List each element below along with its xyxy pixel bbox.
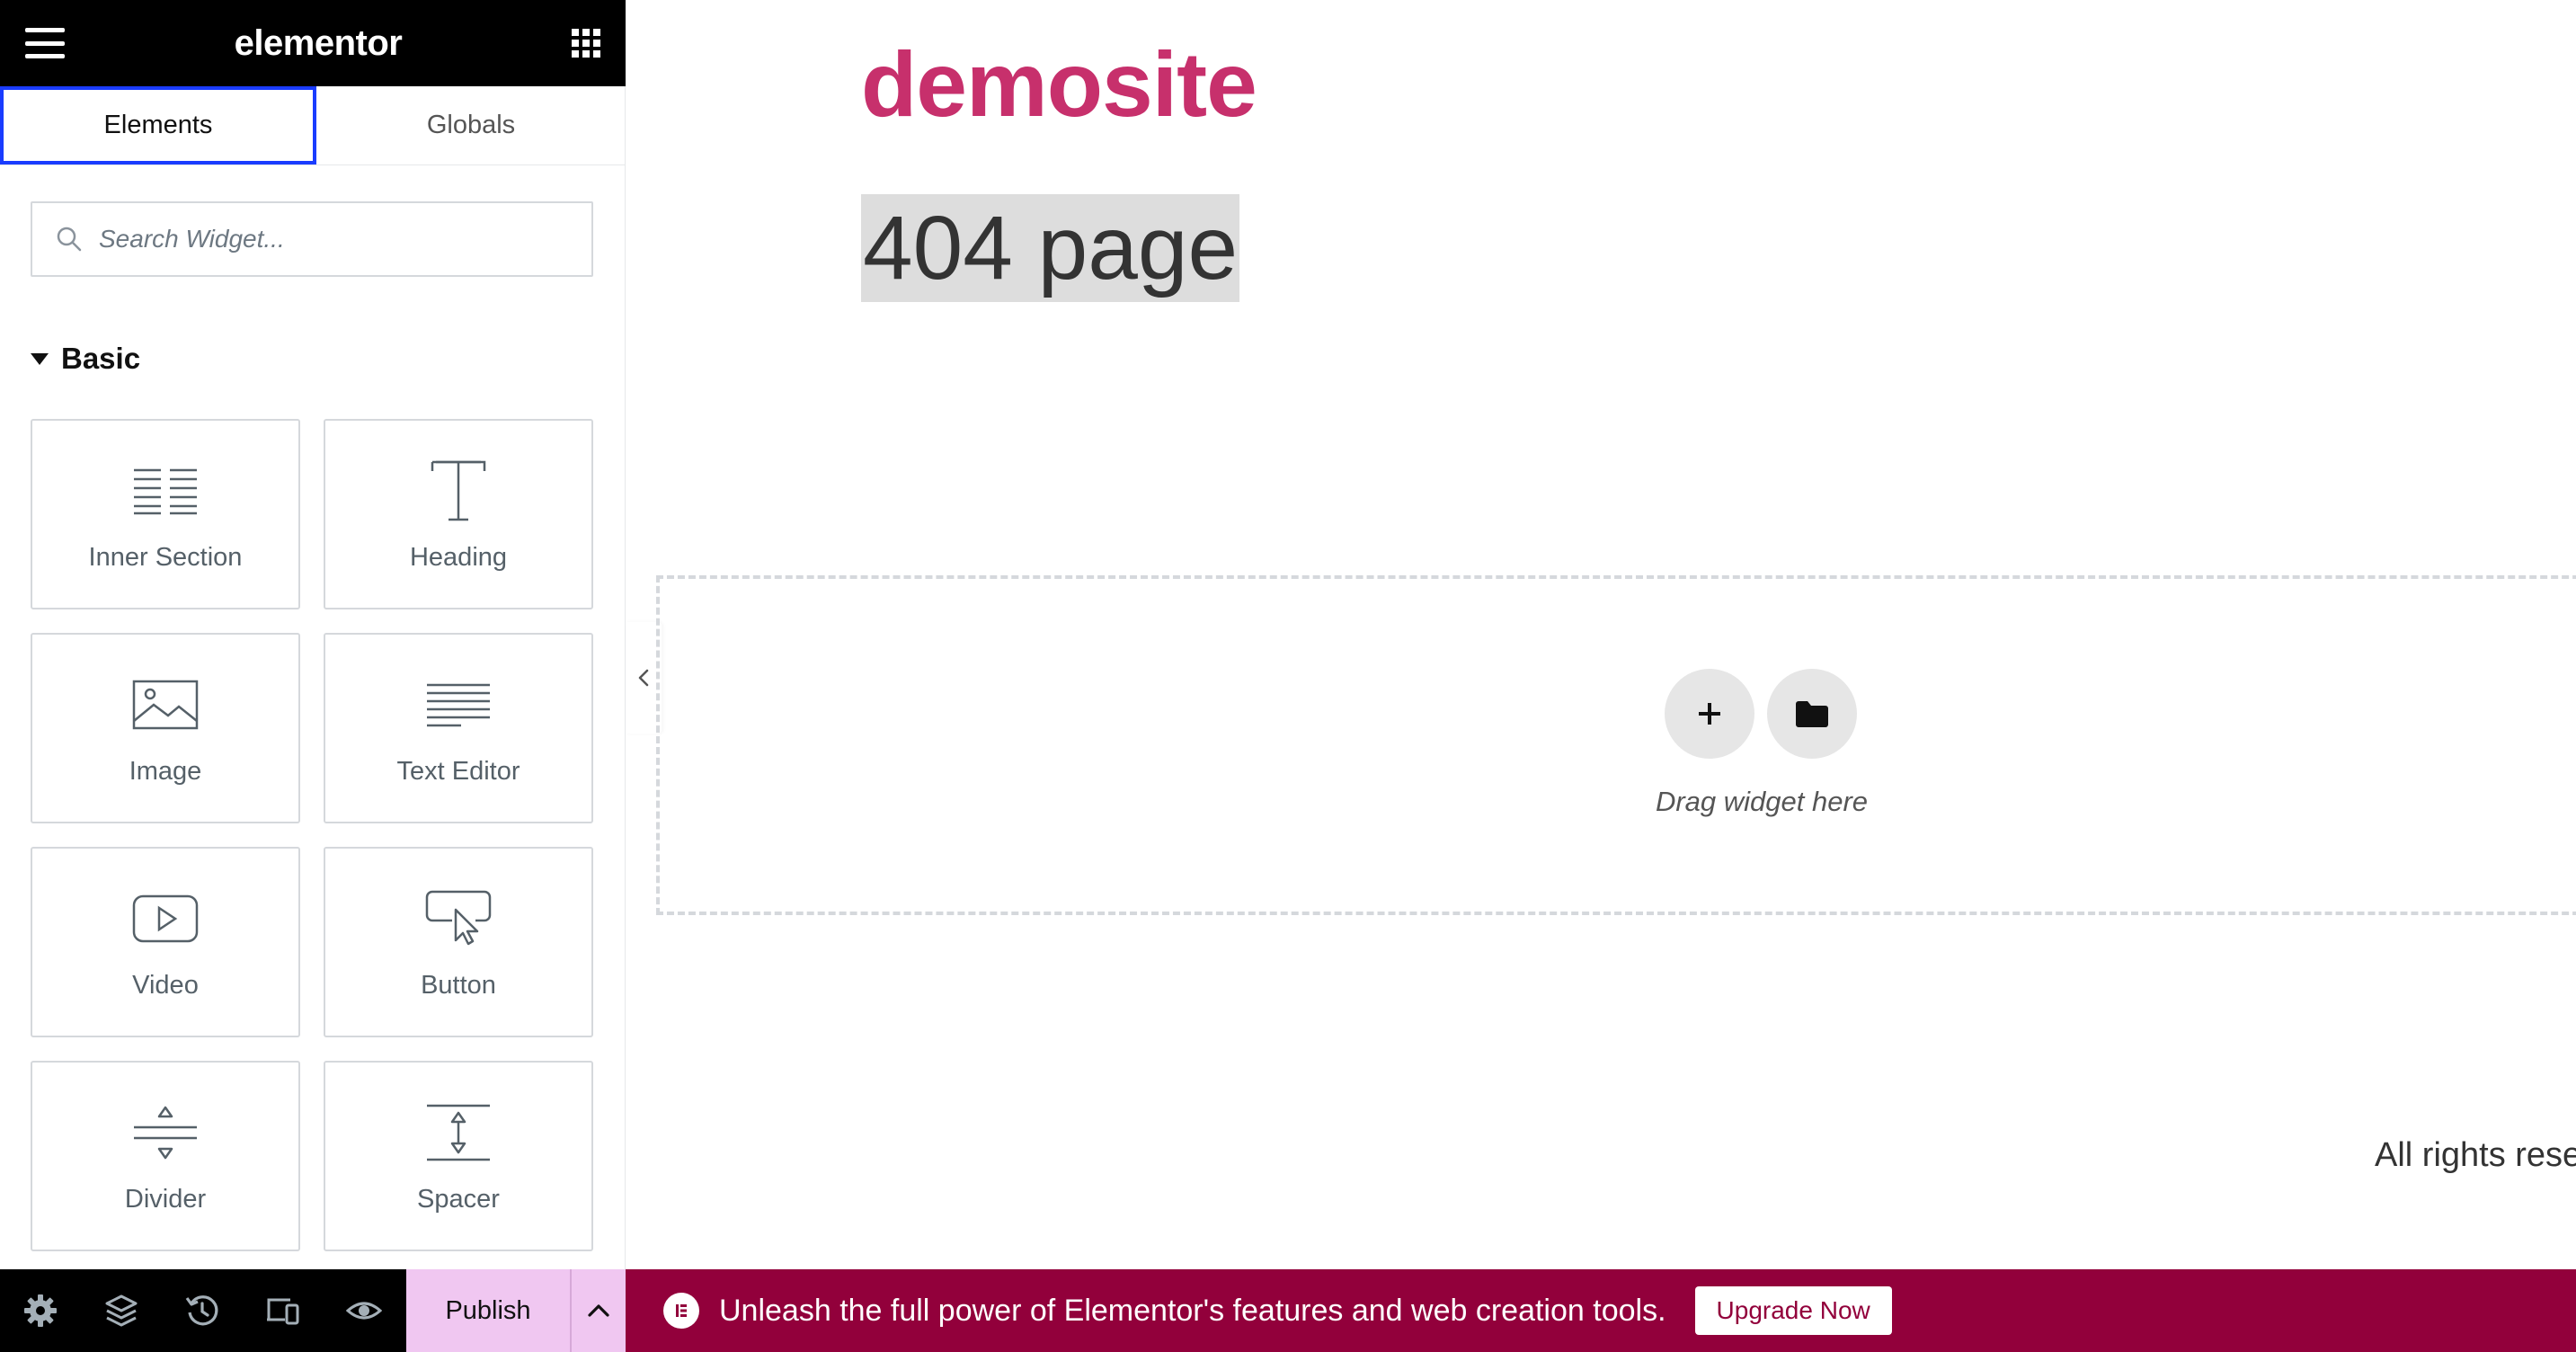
responsive-mode-button[interactable] xyxy=(243,1269,324,1352)
divider-icon xyxy=(134,1106,197,1160)
footer-copyright: All rights rese xyxy=(2375,1136,2576,1174)
folder-icon xyxy=(1796,701,1828,727)
add-template-button[interactable] xyxy=(1767,669,1857,759)
tab-elements[interactable]: Elements xyxy=(0,86,316,165)
text-editor-icon xyxy=(427,683,490,727)
widget-spacer[interactable]: Spacer xyxy=(324,1061,593,1251)
publish-options-button[interactable] xyxy=(570,1269,626,1352)
widget-label: Video xyxy=(132,971,199,1000)
widget-label: Text Editor xyxy=(396,757,520,786)
hamburger-menu-icon[interactable] xyxy=(25,28,65,58)
history-button[interactable] xyxy=(162,1269,243,1352)
elementor-badge-icon xyxy=(663,1293,699,1329)
widget-label: Heading xyxy=(409,543,508,572)
heading-icon xyxy=(431,460,486,521)
widget-label: Image xyxy=(129,757,202,786)
preview-icon xyxy=(346,1302,382,1320)
settings-button[interactable] xyxy=(0,1269,81,1352)
drag-widget-label: Drag widget here xyxy=(1655,786,1869,817)
spacer-icon xyxy=(427,1104,490,1161)
widget-inner-section[interactable]: Inner Section xyxy=(31,419,300,609)
site-title[interactable]: demosite xyxy=(861,32,1257,138)
preview-button[interactable] xyxy=(324,1269,404,1352)
category-label: Basic xyxy=(61,342,141,375)
plus-icon xyxy=(1699,703,1720,725)
widget-divider[interactable]: Divider xyxy=(31,1061,300,1251)
caret-down-icon xyxy=(31,352,49,365)
promo-text: Unleash the full power of Elementor's fe… xyxy=(719,1293,1666,1328)
tab-globals[interactable]: Globals xyxy=(316,86,626,165)
image-icon xyxy=(132,680,199,730)
responsive-icon xyxy=(267,1298,299,1325)
widget-label: Inner Section xyxy=(88,543,243,572)
widget-heading[interactable]: Heading xyxy=(324,419,593,609)
promo-banner: Unleash the full power of Elementor's fe… xyxy=(626,1269,2576,1352)
category-basic[interactable]: Basic xyxy=(31,342,140,376)
add-section-button[interactable] xyxy=(1665,669,1754,759)
chevron-up-icon xyxy=(588,1304,609,1317)
navigator-button[interactable] xyxy=(81,1269,162,1352)
widget-video[interactable]: Video xyxy=(31,847,300,1037)
widget-label: Button xyxy=(421,971,496,1000)
upgrade-now-button[interactable]: Upgrade Now xyxy=(1694,1286,1892,1335)
widgets-grid-icon[interactable] xyxy=(571,29,600,58)
history-icon xyxy=(185,1295,218,1326)
search-box xyxy=(31,201,593,277)
publish-button[interactable]: Publish xyxy=(406,1269,570,1352)
editor-panel: elementor Elements Globals Basic xyxy=(0,0,626,1352)
panel-header: elementor xyxy=(0,0,626,86)
video-icon xyxy=(132,894,199,943)
navigator-icon xyxy=(105,1294,138,1327)
settings-icon xyxy=(24,1294,57,1327)
button-icon xyxy=(425,890,492,946)
panel-footer: Publish xyxy=(0,1269,626,1352)
panel-tabs: Elements Globals xyxy=(0,86,626,165)
widget-label: Divider xyxy=(124,1185,207,1214)
widget-label: Spacer xyxy=(417,1185,500,1214)
page-title[interactable]: 404 page xyxy=(861,194,1240,302)
widget-image[interactable]: Image xyxy=(31,633,300,823)
widget-text-editor[interactable]: Text Editor xyxy=(324,633,593,823)
widget-button[interactable]: Button xyxy=(324,847,593,1037)
search-icon xyxy=(57,227,82,252)
chevron-left-icon xyxy=(638,669,649,687)
elementor-logo: elementor xyxy=(234,22,403,63)
inner-section-icon xyxy=(134,468,197,515)
search-input[interactable] xyxy=(99,225,566,254)
empty-section-dropzone[interactable] xyxy=(656,575,2576,915)
